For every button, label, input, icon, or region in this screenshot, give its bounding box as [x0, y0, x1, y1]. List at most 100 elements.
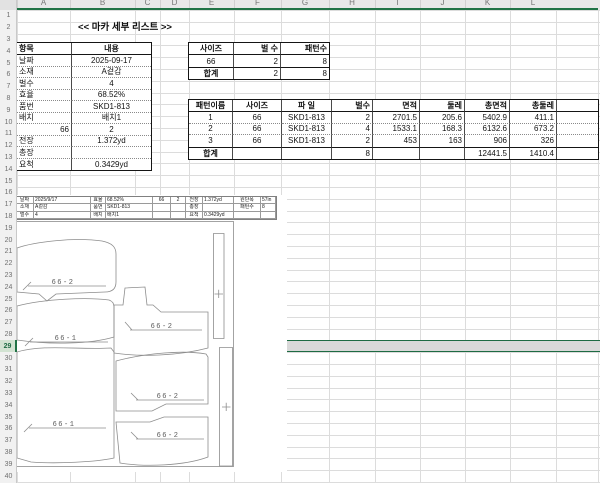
- cell[interactable]: 168.3: [420, 124, 465, 136]
- cell[interactable]: 합계: [189, 67, 234, 79]
- row-header-10[interactable]: 10: [0, 116, 17, 128]
- cell[interactable]: SKD1-813: [72, 101, 151, 113]
- row-header-31[interactable]: 31: [0, 364, 17, 376]
- row-header-18[interactable]: 18: [0, 211, 17, 223]
- row-header-15[interactable]: 15: [0, 175, 17, 187]
- cell[interactable]: 2701.5: [373, 112, 420, 124]
- cell[interactable]: 날짜: [17, 55, 72, 67]
- row-header-5[interactable]: 5: [0, 57, 17, 69]
- cell[interactable]: 8: [281, 67, 329, 79]
- row-header-4[interactable]: 4: [0, 45, 17, 57]
- cell[interactable]: 2: [332, 135, 373, 147]
- cell[interactable]: 66: [189, 55, 234, 67]
- cell[interactable]: 2: [332, 112, 373, 124]
- size-summary-table[interactable]: 사이즈벌 수패턴수6628합계28: [188, 42, 330, 80]
- cell[interactable]: 411.1: [510, 112, 557, 124]
- cell[interactable]: 패턴수: [281, 43, 329, 55]
- cell[interactable]: 품번: [17, 101, 72, 113]
- cell[interactable]: [420, 147, 465, 159]
- cell[interactable]: 5402.9: [465, 112, 510, 124]
- row-header-38[interactable]: 38: [0, 447, 17, 459]
- cell[interactable]: 326: [510, 135, 557, 147]
- left-info-table[interactable]: 항목내용날짜2025-09-17소재A겉감벌수4효율68.52%품번SKD1-8…: [16, 42, 152, 171]
- sheet-title[interactable]: << 마카 세부 리스트 >>: [17, 22, 233, 34]
- cell[interactable]: 12441.5: [465, 147, 510, 159]
- cell[interactable]: [557, 100, 598, 112]
- cell[interactable]: 2: [72, 124, 151, 136]
- row-header-20[interactable]: 20: [0, 234, 17, 246]
- cell[interactable]: 1410.4: [510, 147, 557, 159]
- pattern-detail-table[interactable]: 패턴이름사이즈파 일벌수면적둘레총면적총둘레166SKD1-81322701.5…: [188, 99, 599, 160]
- cell[interactable]: [233, 147, 282, 159]
- cell[interactable]: 패턴이름: [189, 100, 233, 112]
- cell[interactable]: A겉감: [72, 67, 151, 79]
- row-header-1[interactable]: 1: [0, 10, 17, 22]
- cell[interactable]: [72, 147, 151, 159]
- row-header-30[interactable]: 30: [0, 352, 17, 364]
- cell[interactable]: 4: [72, 78, 151, 90]
- cell[interactable]: 총장: [17, 147, 72, 159]
- cell[interactable]: [282, 147, 332, 159]
- row-header-26[interactable]: 26: [0, 305, 17, 317]
- cell[interactable]: 0.3429yd: [72, 159, 151, 171]
- row-header-25[interactable]: 25: [0, 293, 17, 305]
- cell[interactable]: 파 일: [282, 100, 332, 112]
- cell[interactable]: 68.52%: [72, 90, 151, 102]
- cell[interactable]: 4: [332, 124, 373, 136]
- row-header-19[interactable]: 19: [0, 222, 17, 234]
- cell[interactable]: 1: [189, 112, 233, 124]
- cell[interactable]: 전장: [17, 136, 72, 148]
- cell[interactable]: 배치: [17, 113, 72, 125]
- cell[interactable]: 소재: [17, 67, 72, 79]
- cell[interactable]: 453: [373, 135, 420, 147]
- cell[interactable]: 총면적: [465, 100, 510, 112]
- row-header-22[interactable]: 22: [0, 258, 17, 270]
- cell[interactable]: 면적: [373, 100, 420, 112]
- row-header-33[interactable]: 33: [0, 388, 17, 400]
- cell[interactable]: 2: [189, 124, 233, 136]
- cell[interactable]: 둘레: [420, 100, 465, 112]
- cell[interactable]: 3: [189, 135, 233, 147]
- cell[interactable]: 총둘레: [510, 100, 557, 112]
- cell[interactable]: 8: [281, 55, 329, 67]
- cell[interactable]: 1533.1: [373, 124, 420, 136]
- row-header-23[interactable]: 23: [0, 270, 17, 282]
- row-header-2[interactable]: 2: [0, 22, 17, 34]
- row-header-28[interactable]: 28: [0, 329, 17, 341]
- row-header-35[interactable]: 35: [0, 411, 17, 423]
- cell[interactable]: 항목: [17, 43, 72, 55]
- cell[interactable]: SKD1-813: [282, 135, 332, 147]
- row-header-9[interactable]: 9: [0, 104, 17, 116]
- cell[interactable]: 906: [465, 135, 510, 147]
- row-header-39[interactable]: 39: [0, 458, 17, 470]
- row-header-3[interactable]: 3: [0, 34, 17, 46]
- row-header-11[interactable]: 11: [0, 128, 17, 140]
- row-header-16[interactable]: 16: [0, 187, 17, 199]
- cell[interactable]: 2: [234, 55, 281, 67]
- cell[interactable]: 요척: [17, 159, 72, 171]
- cell[interactable]: 합계: [189, 147, 233, 159]
- cell[interactable]: SKD1-813: [282, 124, 332, 136]
- row-header-21[interactable]: 21: [0, 246, 17, 258]
- row-header-27[interactable]: 27: [0, 317, 17, 329]
- cell[interactable]: 66: [233, 112, 282, 124]
- cell[interactable]: [557, 147, 598, 159]
- cell[interactable]: [557, 135, 598, 147]
- cell[interactable]: 사이즈: [189, 43, 234, 55]
- row-header-34[interactable]: 34: [0, 399, 17, 411]
- cell[interactable]: 2: [234, 67, 281, 79]
- row-header-13[interactable]: 13: [0, 152, 17, 164]
- cell[interactable]: 8: [332, 147, 373, 159]
- cell[interactable]: 1.372yd: [72, 136, 151, 148]
- row-header-36[interactable]: 36: [0, 423, 17, 435]
- cell[interactable]: 사이즈: [233, 100, 282, 112]
- cell[interactable]: 효율: [17, 90, 72, 102]
- cell[interactable]: 내용: [72, 43, 151, 55]
- row-header-32[interactable]: 32: [0, 376, 17, 388]
- cell[interactable]: 벌수: [332, 100, 373, 112]
- row-header-6[interactable]: 6: [0, 69, 17, 81]
- row-header-17[interactable]: 17: [0, 199, 17, 211]
- cell[interactable]: SKD1-813: [282, 112, 332, 124]
- row-header-29[interactable]: 29: [0, 340, 17, 352]
- cell[interactable]: 배치1: [72, 113, 151, 125]
